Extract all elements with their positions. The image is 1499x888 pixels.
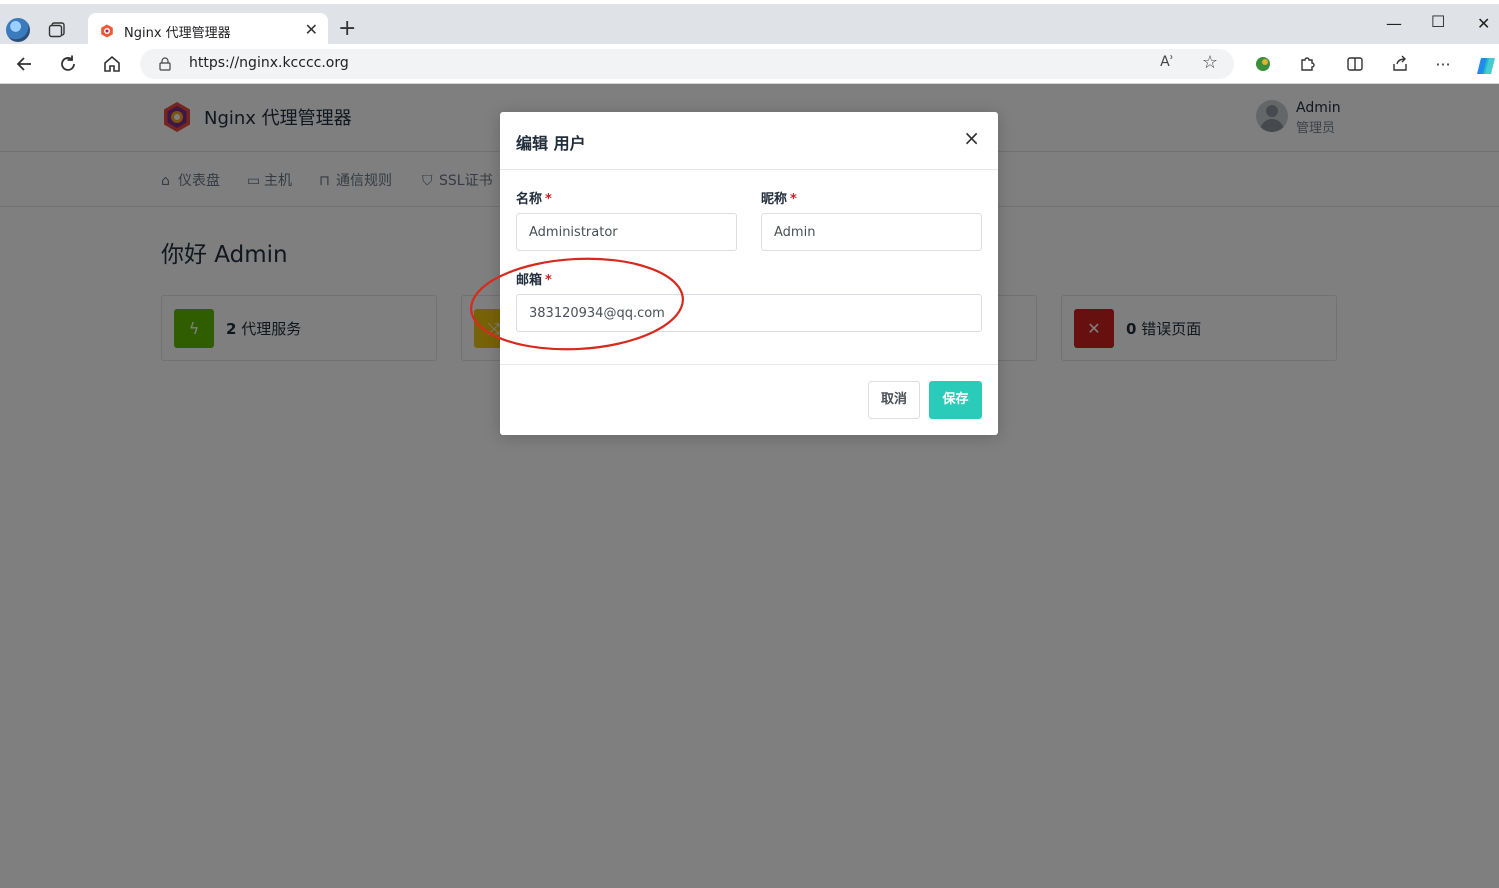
share-icon[interactable] bbox=[1390, 55, 1410, 75]
back-arrow-icon[interactable] bbox=[13, 53, 35, 75]
required-marker: * bbox=[545, 273, 552, 288]
minimize-icon[interactable]: — bbox=[1386, 14, 1402, 33]
nickname-label: 昵称 * bbox=[761, 192, 797, 207]
email-input[interactable] bbox=[516, 294, 982, 332]
save-button[interactable]: 保存 bbox=[929, 381, 982, 419]
browser-toolbar: https://nginx.kcccc.org Aʾ ☆ ··· bbox=[0, 44, 1499, 84]
home-icon[interactable] bbox=[101, 53, 123, 75]
tab-title: Nginx 代理管理器 bbox=[124, 26, 231, 41]
extension-globe-icon[interactable] bbox=[1253, 55, 1273, 75]
profile-icon[interactable] bbox=[6, 18, 30, 42]
window-close-icon[interactable]: ✕ bbox=[1477, 14, 1490, 33]
new-tab-button[interactable]: + bbox=[338, 18, 356, 40]
address-bar[interactable]: https://nginx.kcccc.org Aʾ ☆ bbox=[140, 49, 1234, 79]
required-marker: * bbox=[790, 192, 797, 207]
lock-icon[interactable] bbox=[159, 57, 171, 71]
edit-user-modal: 编辑 用户 × 名称* 昵称* 邮箱* 取消 保存 bbox=[500, 112, 998, 435]
favorite-star-icon[interactable]: ☆ bbox=[1202, 52, 1218, 73]
cancel-button[interactable]: 取消 bbox=[868, 381, 920, 419]
modal-title: 编辑 用户 bbox=[516, 134, 586, 153]
close-icon[interactable]: × bbox=[963, 128, 980, 148]
modal-footer bbox=[500, 364, 998, 435]
maximize-icon[interactable]: ☐ bbox=[1431, 12, 1445, 31]
nickname-input[interactable] bbox=[761, 213, 982, 251]
name-input[interactable] bbox=[516, 213, 737, 251]
read-aloud-icon[interactable]: Aʾ bbox=[1160, 54, 1174, 70]
browser-tab-bar: Nginx 代理管理器 ✕ + — ☐ ✕ bbox=[0, 0, 1499, 49]
refresh-icon[interactable] bbox=[57, 53, 79, 75]
tab-actions-icon[interactable] bbox=[48, 22, 66, 38]
name-label: 名称 * bbox=[516, 192, 552, 207]
email-label: 邮箱 * bbox=[516, 273, 552, 288]
extensions-puzzle-icon[interactable] bbox=[1297, 55, 1317, 75]
tab-close-icon[interactable]: ✕ bbox=[305, 20, 318, 39]
more-menu-icon[interactable]: ··· bbox=[1433, 55, 1453, 75]
required-marker: * bbox=[545, 192, 552, 207]
copilot-icon[interactable] bbox=[1475, 55, 1495, 75]
split-screen-icon[interactable] bbox=[1345, 55, 1365, 75]
modal-header: 编辑 用户 × bbox=[500, 112, 998, 170]
url-text[interactable]: https://nginx.kcccc.org bbox=[189, 55, 349, 71]
nginx-favicon-icon bbox=[101, 24, 113, 38]
